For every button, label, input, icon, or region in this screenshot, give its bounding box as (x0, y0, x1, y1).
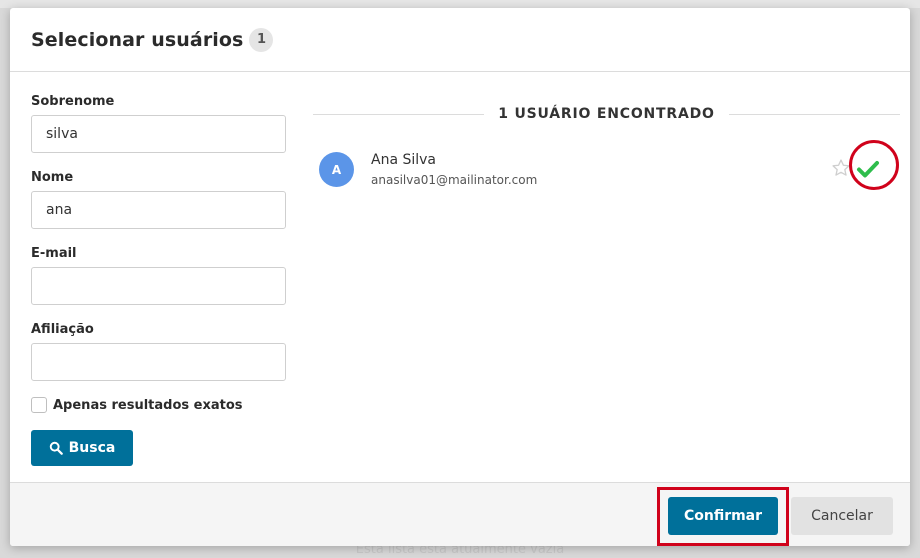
dialog-header: Selecionar usuários 1 (10, 8, 910, 72)
name-label: Nome (31, 170, 74, 185)
user-name: Ana Silva (371, 152, 437, 168)
affiliation-input[interactable] (31, 343, 286, 381)
exact-results-checkbox[interactable] (31, 397, 47, 413)
exact-results-option[interactable]: Apenas resultados exatos (31, 393, 286, 417)
name-input[interactable] (31, 191, 286, 229)
email-label: E-mail (31, 246, 77, 261)
star-icon[interactable] (831, 158, 851, 178)
results-header: 1 USUÁRIO ENCONTRADO (313, 104, 900, 124)
surname-label: Sobrenome (31, 94, 115, 109)
results-panel: 1 USUÁRIO ENCONTRADO A Ana Silva anasilv… (313, 104, 900, 200)
cancel-button[interactable]: Cancelar (791, 497, 893, 535)
confirm-button[interactable]: Confirmar (668, 497, 778, 535)
search-button-label: Busca (68, 440, 116, 456)
user-avatar: A (319, 152, 354, 187)
search-button[interactable]: Busca (31, 430, 133, 466)
selected-check-highlight (849, 140, 899, 190)
results-count-title: 1 USUÁRIO ENCONTRADO (498, 106, 715, 122)
email-input[interactable] (31, 267, 286, 305)
exact-results-label[interactable]: Apenas resultados exatos (53, 398, 243, 413)
results-divider-right (728, 113, 900, 115)
search-icon (49, 441, 63, 455)
user-result-row[interactable]: A Ana Silva anasilva01@mailinator.com (313, 140, 900, 200)
select-users-dialog: Selecionar usuários 1 Sobrenome Nome E-m… (10, 8, 910, 546)
user-email: anasilva01@mailinator.com (371, 173, 538, 187)
search-form: Sobrenome Nome E-mail Afiliação Apenas r… (31, 94, 286, 466)
affiliation-label: Afiliação (31, 322, 94, 337)
dialog-title: Selecionar usuários (31, 28, 244, 51)
selected-count-badge: 1 (249, 27, 274, 52)
background-page-strip (0, 0, 920, 8)
results-divider-left (313, 113, 485, 115)
surname-input[interactable] (31, 115, 286, 153)
dialog-footer: Confirmar Cancelar (10, 482, 910, 546)
